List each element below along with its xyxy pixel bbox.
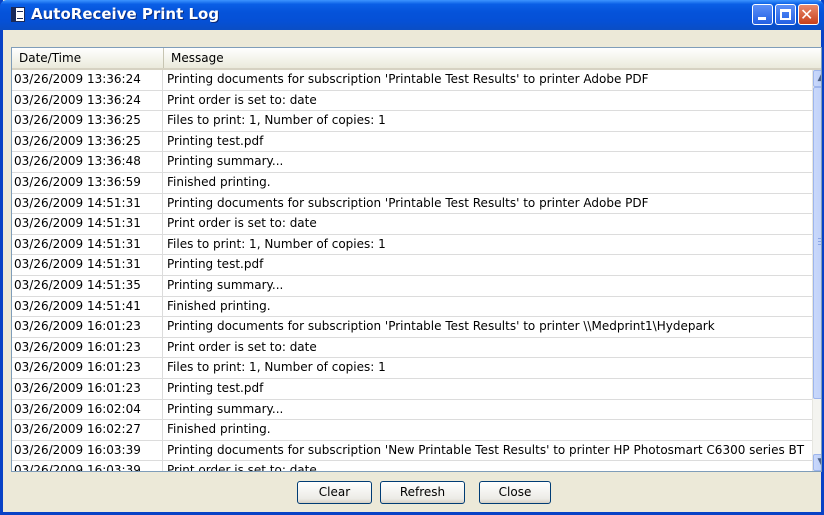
table-row[interactable]: 03/26/2009 16:01:23 Printing documents fo… bbox=[12, 317, 812, 338]
table-row[interactable]: 03/26/2009 16:03:39 Print order is set to… bbox=[12, 461, 812, 472]
row-datetime: 03/26/2009 16:02:04 bbox=[12, 399, 163, 420]
log-document-icon bbox=[11, 7, 25, 22]
close-button[interactable]: Close bbox=[479, 481, 551, 504]
row-message: Print order is set to: date bbox=[167, 216, 317, 231]
row-message: Files to print: 1, Number of copies: 1 bbox=[167, 236, 386, 251]
log-list[interactable]: Date/Time Message 03/26/2009 13:36:24 Pri… bbox=[11, 47, 822, 472]
row-datetime: 03/26/2009 16:03:39 bbox=[12, 440, 163, 461]
row-message: Printing summary... bbox=[167, 401, 284, 416]
row-datetime: 03/26/2009 13:36:25 bbox=[12, 111, 163, 131]
chevron-down-icon: ▼ bbox=[818, 457, 821, 467]
table-row[interactable]: 03/26/2009 16:02:27 Finished printing. bbox=[12, 420, 812, 441]
clear-button[interactable]: Clear bbox=[297, 481, 372, 504]
row-message: Printing summary... bbox=[167, 277, 284, 292]
table-row[interactable]: 03/26/2009 13:36:59 Finished printing. bbox=[12, 172, 812, 194]
maximize-icon bbox=[780, 9, 791, 20]
window-title: AutoReceive Print Log bbox=[31, 5, 220, 23]
row-message: Print order is set to: date bbox=[167, 92, 317, 107]
row-datetime: 03/26/2009 13:36:24 bbox=[12, 70, 163, 90]
refresh-button[interactable]: Refresh bbox=[380, 481, 465, 504]
thumb-grip-line bbox=[818, 238, 821, 239]
row-message: Printing documents for subscription 'Pri… bbox=[167, 72, 649, 86]
row-message: Printing documents for subscription 'New… bbox=[167, 442, 805, 457]
row-datetime: 03/26/2009 13:36:24 bbox=[12, 90, 163, 111]
table-row[interactable]: 03/26/2009 13:36:48 Printing summary... bbox=[12, 152, 812, 173]
row-message: Finished printing. bbox=[167, 174, 271, 189]
scroll-up-button[interactable]: ▲ bbox=[813, 70, 821, 87]
table-row[interactable]: 03/26/2009 13:36:24 Print order is set to… bbox=[12, 90, 812, 112]
row-datetime: 03/26/2009 16:02:27 bbox=[12, 420, 163, 440]
table-row[interactable]: 03/26/2009 14:51:31 Printing documents fo… bbox=[12, 193, 812, 215]
row-message: Printing documents for subscription 'Pri… bbox=[167, 319, 715, 334]
row-datetime: 03/26/2009 14:51:41 bbox=[12, 296, 163, 317]
row-datetime: 03/26/2009 14:51:35 bbox=[12, 275, 163, 296]
row-message: Files to print: 1, Number of copies: 1 bbox=[167, 360, 386, 375]
table-row[interactable]: 03/26/2009 13:36:25 Files to print: 1, Nu… bbox=[12, 111, 812, 132]
close-icon: ✕ bbox=[800, 5, 814, 24]
row-message: Print order is set to: date bbox=[167, 463, 317, 472]
table-row[interactable]: 03/26/2009 14:51:31 Print order is set to… bbox=[12, 214, 812, 235]
row-datetime: 03/26/2009 16:03:39 bbox=[12, 461, 163, 471]
list-header: Date/Time Message bbox=[12, 48, 821, 70]
row-datetime: 03/26/2009 13:36:25 bbox=[12, 131, 163, 152]
row-message: Print order is set to: date bbox=[167, 339, 317, 354]
column-header-datetime[interactable]: Date/Time bbox=[12, 48, 164, 68]
thumb-grip-line bbox=[818, 244, 821, 245]
vertical-scrollbar[interactable]: ▲ ▼ bbox=[812, 70, 821, 471]
table-row[interactable]: 03/26/2009 14:51:31 Printing test.pdf bbox=[12, 255, 812, 276]
scroll-thumb[interactable] bbox=[813, 87, 821, 399]
close-window-button[interactable]: ✕ bbox=[798, 4, 819, 25]
table-row[interactable]: 03/26/2009 14:51:31 Files to print: 1, Nu… bbox=[12, 234, 812, 256]
table-row[interactable]: 03/26/2009 16:02:04 Printing summary... bbox=[12, 399, 812, 421]
table-row[interactable]: 03/26/2009 14:51:41 Finished printing. bbox=[12, 296, 812, 318]
thumb-grip-line bbox=[818, 241, 821, 242]
row-message: Files to print: 1, Number of copies: 1 bbox=[167, 113, 386, 128]
table-row[interactable]: 03/26/2009 16:03:39 Printing documents fo… bbox=[12, 440, 812, 462]
row-datetime: 03/26/2009 13:36:59 bbox=[12, 172, 163, 193]
row-datetime: 03/26/2009 16:01:23 bbox=[12, 337, 163, 358]
scroll-down-button[interactable]: ▼ bbox=[813, 454, 821, 471]
table-row[interactable]: 03/26/2009 13:36:25 Printing test.pdf bbox=[12, 131, 812, 153]
row-datetime: 03/26/2009 14:51:31 bbox=[12, 193, 163, 214]
table-row[interactable]: 03/26/2009 16:01:23 Printing test.pdf bbox=[12, 378, 812, 400]
column-header-message[interactable]: Message bbox=[164, 48, 821, 68]
row-message: Finished printing. bbox=[167, 298, 271, 313]
chevron-up-icon: ▲ bbox=[818, 73, 821, 83]
table-row[interactable]: 03/26/2009 13:36:24 Printing documents fo… bbox=[12, 70, 812, 91]
row-message: Printing documents for subscription 'Pri… bbox=[167, 195, 649, 210]
row-datetime: 03/26/2009 16:01:23 bbox=[12, 317, 163, 337]
row-datetime: 03/26/2009 14:51:31 bbox=[12, 214, 163, 234]
row-message: Finished printing. bbox=[167, 422, 271, 437]
row-datetime: 03/26/2009 14:51:31 bbox=[12, 234, 163, 255]
print-log-window: AutoReceive Print Log ✕ Date/Time Messag… bbox=[0, 0, 824, 515]
log-rows: 03/26/2009 13:36:24 Printing documents fo… bbox=[12, 70, 812, 472]
minimize-icon bbox=[758, 17, 766, 20]
row-datetime: 03/26/2009 16:01:23 bbox=[12, 358, 163, 378]
row-datetime: 03/26/2009 16:01:23 bbox=[12, 378, 163, 399]
row-datetime: 03/26/2009 13:36:48 bbox=[12, 152, 163, 172]
table-row[interactable]: 03/26/2009 16:01:23 Print order is set to… bbox=[12, 337, 812, 359]
title-bar[interactable]: AutoReceive Print Log ✕ bbox=[0, 0, 824, 30]
table-row[interactable]: 03/26/2009 14:51:35 Printing summary... bbox=[12, 275, 812, 297]
row-message: Printing test.pdf bbox=[167, 257, 264, 272]
row-datetime: 03/26/2009 14:51:31 bbox=[12, 255, 163, 275]
maximize-button[interactable] bbox=[775, 4, 796, 25]
row-message: Printing summary... bbox=[167, 154, 284, 169]
minimize-button[interactable] bbox=[752, 4, 773, 25]
row-message: Printing test.pdf bbox=[167, 133, 264, 148]
row-message: Printing test.pdf bbox=[167, 380, 264, 395]
table-row[interactable]: 03/26/2009 16:01:23 Files to print: 1, Nu… bbox=[12, 358, 812, 379]
